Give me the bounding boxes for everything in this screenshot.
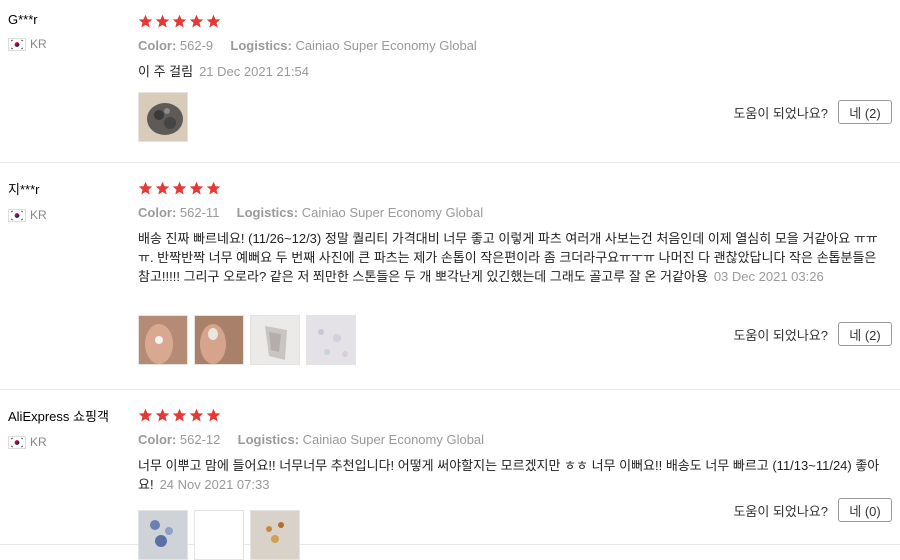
review-date: 24 Nov 2021 07:33	[159, 477, 270, 492]
country-code: KR	[30, 37, 47, 51]
review-meta: Color: 562-12 Logistics: Cainiao Super E…	[138, 432, 900, 447]
logistics-label: Logistics:	[236, 205, 299, 220]
review-photo[interactable]	[306, 315, 356, 365]
reviewer-name: G***r	[8, 12, 38, 27]
star-icon	[155, 181, 170, 194]
color-label: Color:	[138, 432, 177, 447]
review-photo[interactable]	[138, 315, 188, 365]
rating-stars	[138, 12, 900, 30]
review-text: 이 주 걸림 21 Dec 2021 21:54	[138, 62, 888, 81]
star-icon	[172, 14, 187, 27]
logistics-label: Logistics:	[230, 38, 292, 53]
review-meta: Color: 562-9 Logistics: Cainiao Super Ec…	[138, 38, 900, 53]
country-code: KR	[30, 435, 47, 449]
review-body: 이 주 걸림	[138, 64, 194, 79]
star-icon	[155, 14, 170, 27]
review-content: Color: 562-11 Logistics: Cainiao Super E…	[138, 179, 900, 365]
logistics-value: Cainiao Super Economy Global	[301, 205, 484, 220]
review-date: 03 Dec 2021 03:26	[713, 269, 824, 284]
review-photo[interactable]	[250, 315, 300, 365]
star-icon	[189, 181, 204, 194]
helpful-label: 도움이 되었나요?	[733, 327, 828, 343]
color-value: 562-11	[179, 205, 220, 220]
star-icon	[189, 14, 204, 27]
reviewer-country: KR	[8, 37, 133, 51]
review-meta: Color: 562-11 Logistics: Cainiao Super E…	[138, 205, 900, 220]
helpful-yes-button[interactable]: 네 (0)	[838, 498, 892, 522]
review-date: 21 Dec 2021 21:54	[199, 64, 309, 79]
star-icon	[138, 14, 153, 27]
reviewer-name: 지***r	[8, 182, 40, 197]
review-photo[interactable]	[138, 510, 188, 560]
star-icon	[138, 408, 153, 421]
korea-flag-icon	[8, 435, 26, 449]
review-photo[interactable]	[250, 510, 300, 560]
helpful-label: 도움이 되었나요?	[733, 105, 828, 121]
reviewer-country: KR	[8, 435, 133, 449]
star-icon	[189, 408, 204, 421]
review-item: AliExpress 쇼핑객 KR Color: 562-12 Logistic…	[0, 390, 900, 560]
review-photos	[138, 92, 188, 142]
review-content: Color: 562-9 Logistics: Cainiao Super Ec…	[138, 12, 900, 142]
rating-stars	[138, 406, 900, 424]
korea-flag-icon	[8, 37, 26, 51]
color-label: Color:	[138, 38, 177, 53]
reviewer-info: 지***r KR	[8, 179, 133, 222]
korea-flag-icon	[8, 208, 26, 222]
reviewer-country: KR	[8, 208, 133, 222]
review-text: 배송 진짜 빠르네요! (11/26~12/3) 정말 퀄리티 가격대비 너무 …	[138, 229, 888, 286]
logistics-value: Cainiao Super Economy Global	[302, 432, 485, 447]
star-icon	[206, 14, 221, 27]
review-item: 지***r KR Color: 562-11 Logistics: Cainia…	[0, 163, 900, 390]
reviewer-name: AliExpress 쇼핑객	[8, 409, 109, 424]
review-text: 너무 이뿌고 맘에 들어요!! 너무너무 추천입니다! 어떻게 써야할지는 모르…	[138, 456, 888, 494]
logistics-value: Cainiao Super Economy Global	[295, 38, 477, 53]
star-icon	[138, 181, 153, 194]
country-code: KR	[30, 208, 47, 222]
helpful-yes-button[interactable]: 네 (2)	[838, 322, 892, 346]
star-icon	[172, 408, 187, 421]
color-label: Color:	[138, 205, 177, 220]
star-icon	[155, 408, 170, 421]
reviewer-info: G***r KR	[8, 12, 133, 51]
review-photo[interactable]	[194, 315, 244, 365]
helpful-section: 도움이 되었나요? 네 (0)	[733, 498, 892, 522]
helpful-section: 도움이 되었나요? 네 (2)	[733, 322, 892, 346]
review-photo[interactable]	[138, 92, 188, 142]
helpful-yes-button[interactable]: 네 (2)	[838, 100, 892, 124]
review-item: G***r KR Color: 562-9 Logistics: Cainiao…	[0, 0, 900, 163]
rating-stars	[138, 179, 900, 197]
review-photos	[138, 315, 356, 365]
helpful-section: 도움이 되었나요? 네 (2)	[733, 100, 892, 124]
review-content: Color: 562-12 Logistics: Cainiao Super E…	[138, 406, 900, 560]
review-photos	[138, 510, 300, 560]
helpful-label: 도움이 되었나요?	[733, 503, 828, 519]
color-value: 562-9	[179, 38, 214, 53]
star-icon	[206, 181, 221, 194]
reviewer-info: AliExpress 쇼핑객 KR	[8, 406, 133, 449]
star-icon	[206, 408, 221, 421]
review-photo[interactable]	[194, 510, 244, 560]
color-value: 562-12	[179, 432, 221, 447]
logistics-label: Logistics:	[237, 432, 300, 447]
star-icon	[172, 181, 187, 194]
